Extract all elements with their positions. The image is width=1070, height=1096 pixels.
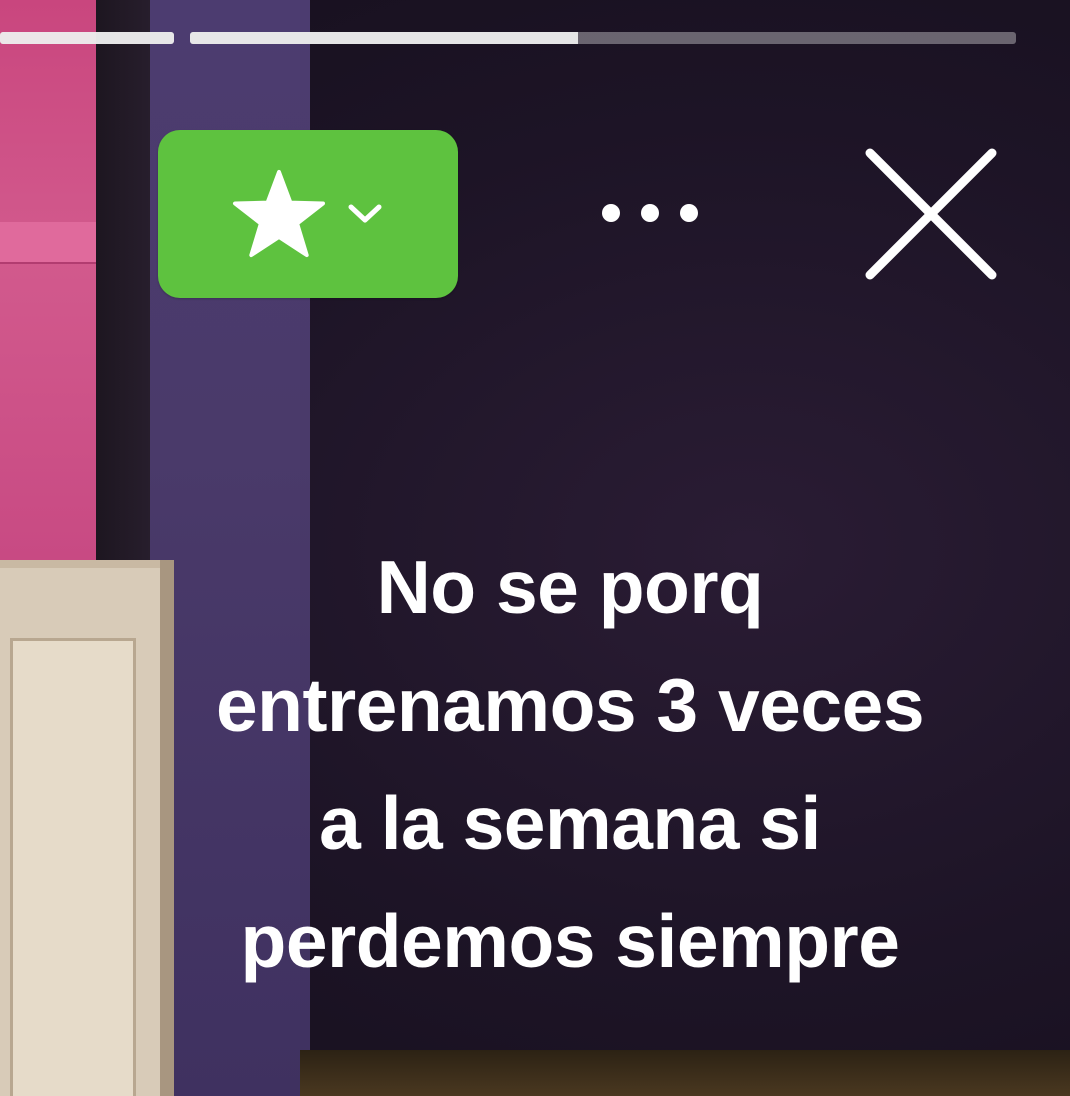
- caption-line: entrenamos 3 veces: [215, 663, 925, 747]
- story-progress: [0, 32, 1070, 46]
- story-caption: No se porq entrenamos 3 veces a la seman…: [130, 528, 1010, 1000]
- caption-line: No se porq: [376, 545, 764, 629]
- close-button[interactable]: [850, 135, 1012, 297]
- progress-segment: [190, 32, 1016, 44]
- caption-line: perdemos siempre: [240, 899, 900, 983]
- close-icon: [856, 139, 1006, 294]
- progress-fill: [0, 32, 174, 44]
- background-door-panel: [10, 638, 136, 1096]
- progress-fill: [190, 32, 579, 44]
- progress-segment: [0, 32, 174, 44]
- chevron-down-icon: [345, 201, 385, 227]
- ellipsis-icon: [595, 201, 705, 230]
- background-pink-wall: [0, 0, 100, 560]
- background-pink-shelf: [0, 222, 108, 264]
- background-floor: [300, 1050, 1070, 1096]
- star-icon: [231, 168, 327, 260]
- more-options-button[interactable]: [590, 190, 710, 240]
- close-friends-badge[interactable]: [158, 130, 458, 298]
- story-viewer: No se porq entrenamos 3 veces a la seman…: [0, 0, 1070, 1096]
- caption-line: a la semana si: [319, 781, 821, 865]
